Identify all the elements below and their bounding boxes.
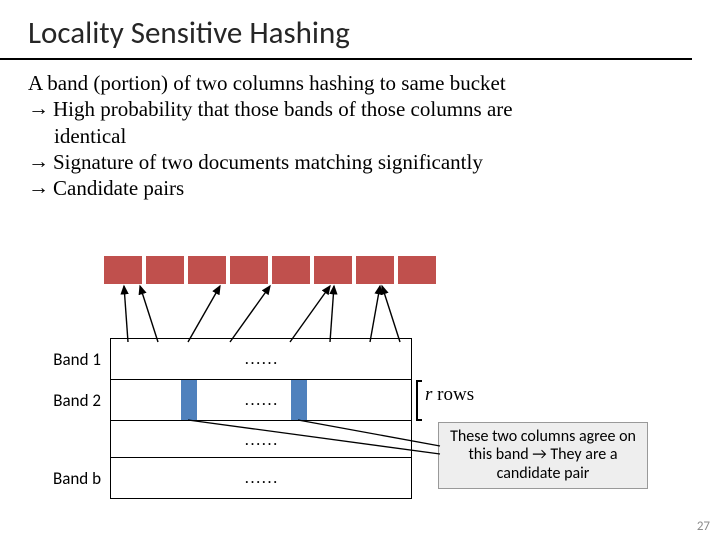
slide-number: 27 — [697, 519, 710, 534]
text: High probability that those bands of tho… — [53, 96, 513, 122]
arrow-icon: → — [28, 149, 49, 175]
callout-lines — [80, 256, 640, 516]
body-text: A band (portion) of two columns hashing … — [0, 60, 720, 201]
text-line: → Signature of two documents matching si… — [28, 149, 692, 175]
text-line: → Candidate pairs — [28, 175, 692, 201]
diagram: Band 1 …… Band 2 …… …… Band b …… r rows … — [80, 256, 640, 526]
text-line: → High probability that those bands of t… — [28, 96, 692, 122]
arrow-icon: → — [28, 175, 49, 201]
text: Candidate pairs — [53, 175, 184, 201]
arrow-icon: → — [28, 96, 49, 122]
page-title: Locality Sensitive Hashing — [0, 0, 720, 58]
text-line: identical — [28, 123, 692, 149]
text-line: A band (portion) of two columns hashing … — [28, 70, 692, 96]
text: Signature of two documents matching sign… — [53, 149, 483, 175]
